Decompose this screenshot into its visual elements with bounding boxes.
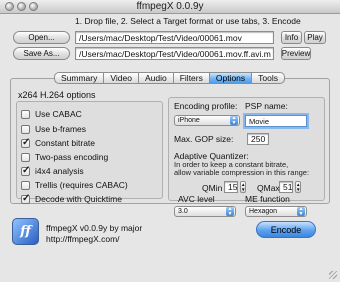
source-path-field[interactable]: /Users/mac/Desktop/Test/Video/00061.mov [75, 31, 274, 44]
checkbox-label: Constant bitrate [35, 138, 96, 148]
checkbox[interactable] [21, 109, 30, 119]
me-function-select[interactable]: Hexagon ▲ ▼ [245, 206, 307, 217]
checkbox-label: Two-pass encoding [35, 152, 109, 162]
checkmark-icon: ✓ [22, 136, 31, 148]
checkmark-icon: ✓ [22, 164, 31, 176]
me-function-value: Hexagon [249, 208, 278, 215]
resize-grip-icon[interactable] [329, 271, 337, 279]
checkbox[interactable] [21, 124, 30, 134]
avc-level-label: AVC level [178, 194, 215, 204]
app-window: ffmpegX 0.0.9y 1. Drop file, 2. Select a… [0, 0, 340, 282]
title-bar: ffmpegX 0.0.9y [0, 0, 340, 14]
gop-size-label: Max. GOP size: [174, 134, 234, 144]
checkmark-icon: ✓ [22, 192, 31, 204]
encoding-profile-value: iPhone [178, 117, 200, 124]
psp-name-field[interactable]: Movie [245, 115, 307, 127]
checkbox-label: Decode with Quicktime [35, 194, 122, 204]
option-checkbox-row[interactable]: ✓ Constant bitrate [21, 136, 96, 148]
tab-filters[interactable]: Filters [173, 72, 210, 84]
checkbox[interactable] [21, 180, 30, 190]
tab-audio[interactable]: Audio [138, 72, 174, 84]
section-title: x264 H.264 options [18, 90, 96, 100]
checkbox[interactable] [21, 152, 30, 162]
checkbox-label: Trellis (requires CABAC) [35, 180, 128, 190]
qmax-label: QMax [257, 183, 280, 193]
checkbox[interactable]: ✓ [21, 192, 31, 204]
website-link[interactable]: http://ffmpegX.com/ [46, 234, 120, 244]
destination-path-field[interactable]: /Users/mac/Desktop/Test/Video/00061.mov.… [75, 47, 274, 60]
tab-summary[interactable]: Summary [54, 72, 105, 84]
popup-arrows-icon: ▲ ▼ [226, 206, 234, 217]
encoding-settings-group [168, 97, 325, 201]
qmax-field[interactable]: 51 [279, 181, 293, 193]
play-button[interactable]: Play [304, 31, 326, 44]
info-button[interactable]: Info [281, 31, 302, 44]
tab-tools[interactable]: Tools [252, 72, 285, 84]
ffmpegx-logo-icon: ff [12, 218, 39, 245]
checkbox[interactable]: ✓ [21, 136, 31, 148]
checkbox-label: Use CABAC [35, 109, 82, 119]
qmax-stepper[interactable]: ▲ ▼ [295, 181, 301, 193]
avc-level-select[interactable]: 3.0 ▲ ▼ [174, 206, 236, 217]
aq-description-line-2: allow variable compression in this range… [174, 168, 310, 177]
tab-options[interactable]: Options [209, 72, 253, 84]
popup-arrows-icon: ▲ ▼ [230, 115, 238, 126]
option-checkbox-row[interactable]: Two-pass encoding [21, 152, 108, 162]
option-checkbox-row[interactable]: ✓ i4x4 analysis [21, 164, 84, 176]
qmin-label: QMin [202, 183, 223, 193]
tab-bar: Summary Video Audio Filters Options Tool… [54, 72, 285, 84]
version-text: ffmpegX v0.0.9y by major [46, 223, 143, 233]
gop-size-field[interactable]: 250 [247, 133, 269, 145]
avc-level-value: 3.0 [178, 208, 188, 215]
checkbox-label: Use b-frames [35, 124, 87, 134]
qmin-field[interactable]: 15 [224, 181, 238, 193]
psp-name-label: PSP name: [245, 101, 288, 111]
encode-button[interactable]: Encode [256, 221, 316, 238]
save-as-button[interactable]: Save As... [13, 47, 70, 60]
instructions-text: 1. Drop file, 2. Select a Target format … [75, 16, 301, 26]
open-button[interactable]: Open... [13, 31, 70, 44]
encoding-profile-select[interactable]: iPhone ▲ ▼ [174, 115, 240, 126]
option-checkbox-row[interactable]: Trellis (requires CABAC) [21, 180, 128, 190]
checkbox[interactable]: ✓ [21, 164, 31, 176]
checkbox-label: i4x4 analysis [35, 166, 84, 176]
preview-button[interactable]: Preview [281, 47, 311, 60]
window-title: ffmpegX 0.0.9y [136, 1, 204, 12]
encoding-profile-label: Encoding profile: [174, 101, 238, 111]
tab-video[interactable]: Video [104, 72, 139, 84]
option-checkbox-row[interactable]: Use CABAC [21, 109, 82, 119]
qmin-stepper[interactable]: ▲ ▼ [240, 181, 246, 193]
option-checkbox-row[interactable]: Use b-frames [21, 124, 86, 134]
option-checkbox-row[interactable]: ✓ Decode with Quicktime [21, 192, 122, 204]
popup-arrows-icon: ▲ ▼ [297, 206, 305, 217]
me-function-label: ME function [245, 194, 290, 204]
